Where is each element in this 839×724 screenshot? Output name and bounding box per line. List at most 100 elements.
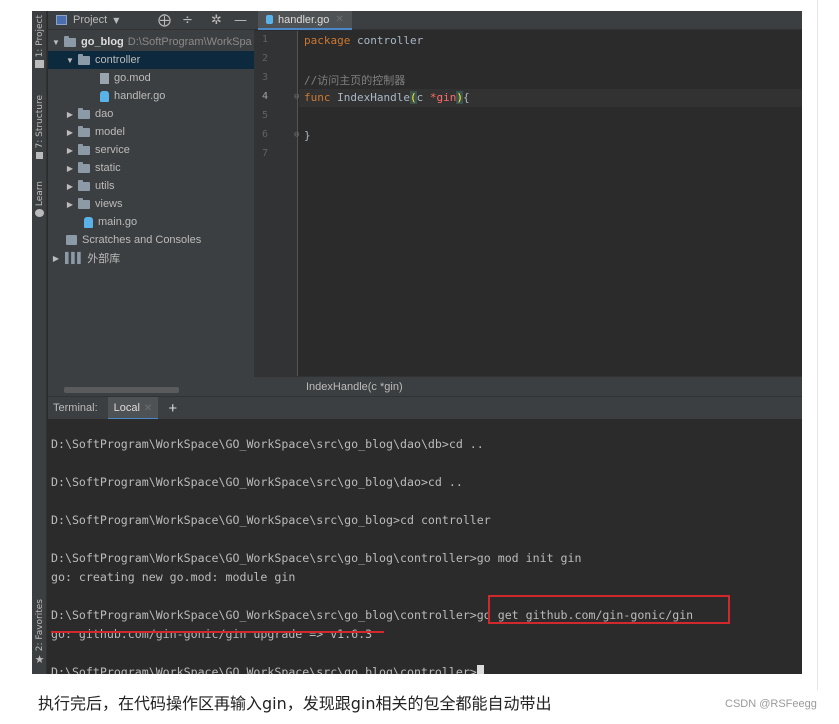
close-icon[interactable]: ✕	[335, 14, 343, 25]
tree-item-label: go.mod	[114, 72, 151, 84]
tab-handler-go[interactable]: handler.go ✕	[258, 11, 352, 30]
tree-item-label: go_blog	[81, 36, 124, 48]
code-editor[interactable]: package controller //访问主页的控制器 func Index…	[299, 31, 802, 376]
project-tool-tab-label: 1: Project	[34, 15, 45, 58]
tree-item-dao[interactable]: ▶ dao	[48, 105, 254, 123]
folder-icon	[78, 161, 90, 173]
line-number: 4	[261, 91, 268, 102]
learn-icon	[35, 209, 44, 218]
code-line-4: func IndexHandle(c *gin){	[304, 91, 470, 104]
project-panel-title[interactable]: Project	[73, 14, 107, 26]
star-icon: ★	[34, 653, 45, 667]
project-panel: Project ▼ ⨁ ÷ ✲ — ▼ go_blog D:\SoftProgr…	[48, 11, 254, 396]
package-name-token: controller	[350, 34, 424, 47]
tree-item-path: D:\SoftProgram\WorkSpa	[127, 36, 252, 48]
favorites-tool-tab[interactable]: 2: Favorites ★	[32, 599, 47, 666]
folder-icon	[78, 179, 90, 191]
line-number: 7	[261, 148, 268, 159]
line-number: 1	[261, 34, 268, 45]
tree-item-label: 外部库	[87, 253, 121, 265]
learn-tool-tab[interactable]: Learn	[32, 181, 47, 218]
go-file-icon	[266, 15, 273, 24]
code-line-3: //访问主页的控制器	[304, 74, 406, 87]
terminal-line: D:\SoftProgram\WorkSpace\GO_WorkSpace\sr…	[51, 475, 463, 489]
brace-token: {	[462, 91, 470, 104]
tree-item-handler-go[interactable]: handler.go	[48, 87, 254, 105]
tree-item-static[interactable]: ▶ static	[48, 159, 254, 177]
terminal-prompt-line: D:\SoftProgram\WorkSpace\GO_WorkSpace\sr…	[51, 665, 484, 674]
expand-arrow-icon[interactable]: ▶	[65, 128, 75, 137]
annotation-box	[488, 595, 730, 624]
folder-icon	[78, 125, 90, 137]
tree-item-main-go[interactable]: main.go	[48, 213, 254, 231]
keyword-token: func	[304, 91, 331, 104]
horizontal-scrollbar[interactable]	[64, 387, 179, 393]
expand-arrow-icon[interactable]: ▶	[65, 110, 75, 119]
tree-item-label: model	[95, 126, 125, 138]
article-caption: 执行完后，在代码操作区再输入gin，发现跟gin相关的包全都能自动带出	[38, 694, 552, 713]
terminal-output[interactable]: D:\SoftProgram\WorkSpace\GO_WorkSpace\sr…	[48, 419, 802, 674]
tab-label: Local	[113, 401, 140, 414]
terminal-line: go: creating new go.mod: module gin	[51, 570, 296, 584]
tree-item-controller[interactable]: ▼ controller	[48, 51, 254, 69]
structure-tool-tab[interactable]: 7: Structure	[32, 95, 47, 159]
tree-item-label: views	[95, 198, 123, 210]
tree-item-go-mod[interactable]: go.mod	[48, 69, 254, 87]
scratches-icon	[66, 235, 77, 245]
expand-arrow-icon[interactable]: ▶	[65, 146, 75, 155]
close-icon[interactable]: ✕	[144, 403, 152, 414]
expand-arrow-icon[interactable]: ▶	[65, 200, 75, 209]
hide-panel-icon[interactable]: —	[234, 11, 247, 30]
expand-arrow-icon[interactable]: ▶	[65, 182, 75, 191]
tree-item-external-libraries[interactable]: ▶ ▌▌▌ 外部库	[48, 249, 254, 267]
code-line-1: package controller	[304, 34, 423, 47]
new-terminal-button[interactable]: +	[168, 400, 177, 417]
project-view-icon	[56, 15, 67, 25]
code-line-6: }	[304, 129, 311, 142]
breadcrumb[interactable]: IndexHandle(c *gin)	[254, 376, 802, 396]
paren-token: )	[456, 91, 463, 104]
annotation-underline	[51, 631, 384, 633]
tree-item-service[interactable]: ▶ service	[48, 141, 254, 159]
tree-item-scratches[interactable]: Scratches and Consoles	[48, 231, 254, 249]
line-number: 6	[261, 129, 268, 140]
structure-icon	[36, 151, 43, 159]
collapse-all-icon[interactable]: ÷	[182, 11, 193, 30]
tab-label: handler.go	[278, 13, 330, 26]
tree-item-label: static	[95, 162, 121, 174]
editor-tab-bar: handler.go ✕	[254, 11, 802, 30]
watermark: CSDN @RSFeegg	[725, 698, 817, 710]
tree-item-model[interactable]: ▶ model	[48, 123, 254, 141]
tree-item-views[interactable]: ▶ views	[48, 195, 254, 213]
terminal-line: D:\SoftProgram\WorkSpace\GO_WorkSpace\sr…	[51, 551, 582, 565]
expand-arrow-icon[interactable]: ▶	[51, 254, 61, 263]
terminal-line: go: github.com/gin-gonic/gin upgrade => …	[51, 627, 373, 641]
project-panel-header: Project ▼ ⨁ ÷ ✲ —	[48, 11, 254, 30]
tree-item-label: dao	[95, 108, 114, 120]
go-file-icon	[100, 90, 109, 102]
tree-item-label: utils	[95, 180, 115, 192]
tool-window-strip: 1: Project 7: Structure Learn 2: Favorit…	[32, 11, 47, 674]
tree-item-go-blog[interactable]: ▼ go_blog D:\SoftProgram\WorkSpa	[48, 33, 254, 51]
folder-icon	[78, 53, 90, 65]
param-token: c	[416, 91, 430, 104]
expand-arrow-icon[interactable]: ▼	[65, 56, 75, 65]
folder-icon	[78, 143, 90, 155]
tab-local[interactable]: Local ✕	[107, 396, 159, 420]
terminal-line: D:\SoftProgram\WorkSpace\GO_WorkSpace\sr…	[51, 513, 491, 527]
terminal-label: Terminal:	[53, 402, 98, 414]
chevron-down-icon[interactable]: ▼	[113, 16, 119, 25]
project-tool-tab[interactable]: 1: Project	[32, 15, 47, 69]
page-divider	[817, 0, 818, 690]
gomod-file-icon	[100, 72, 109, 84]
gear-icon[interactable]: ✲	[211, 11, 222, 30]
locate-file-icon[interactable]: ⨁	[158, 11, 171, 30]
expand-arrow-icon[interactable]: ▶	[65, 164, 75, 173]
folder-icon	[78, 197, 90, 209]
expand-arrow-icon[interactable]: ▼	[51, 38, 61, 47]
tree-item-utils[interactable]: ▶ utils	[48, 177, 254, 195]
structure-tool-tab-label: 7: Structure	[34, 95, 45, 149]
line-number: 5	[261, 110, 268, 121]
tree-item-label: handler.go	[114, 90, 166, 102]
library-icon: ▌▌▌	[65, 252, 84, 264]
